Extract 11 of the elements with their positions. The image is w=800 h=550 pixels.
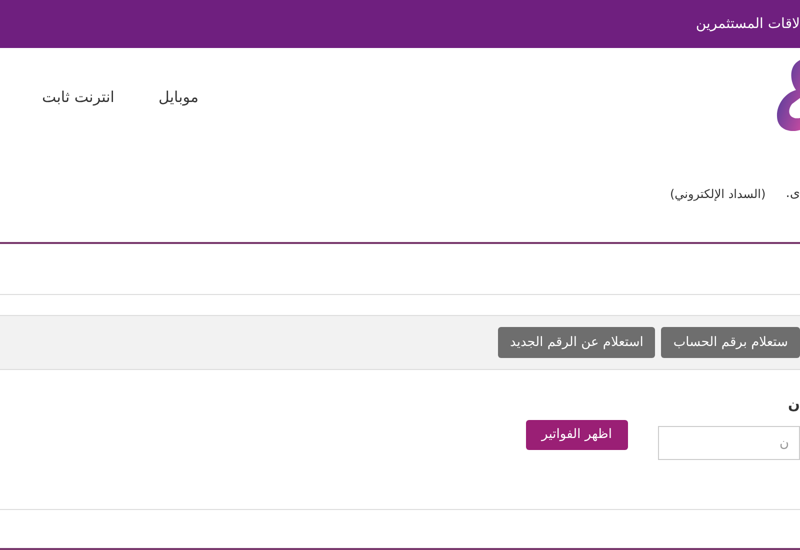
intro-text: ى. (786, 185, 800, 204)
nav-link[interactable]: موبايل (158, 86, 199, 108)
tab[interactable]: استعلام عن الرقم الجديد (498, 327, 656, 358)
top-bar-title: لاقات المستثمرين (696, 14, 800, 34)
field-label: ن (787, 396, 800, 415)
show-invoices-button[interactable]: اظهر الفواتير (526, 420, 628, 450)
logo-icon (774, 60, 800, 132)
tab[interactable]: ستعلام برقم الحساب (661, 327, 800, 358)
intro-note: (السداد الإلكتروني) (670, 186, 766, 203)
input-field[interactable]: ن (658, 426, 800, 460)
nav-link[interactable]: انترنت ثابت (42, 86, 114, 108)
